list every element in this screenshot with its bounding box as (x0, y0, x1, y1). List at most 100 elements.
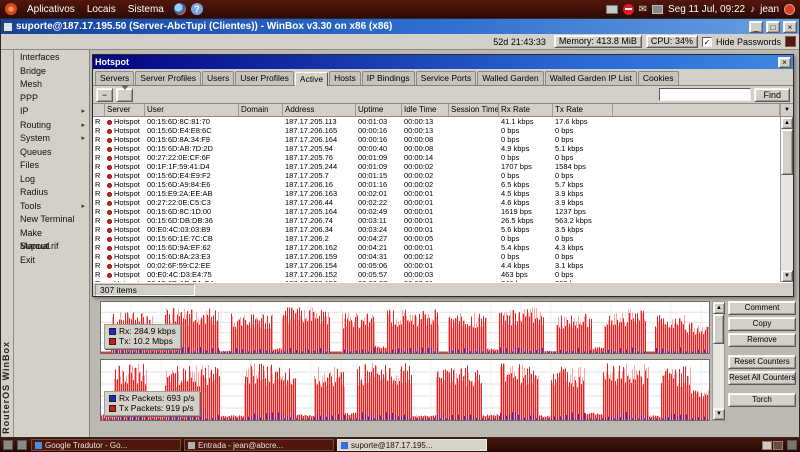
sidebar-item[interactable]: IP ▸ (14, 105, 89, 119)
network-tray-icon[interactable] (652, 5, 663, 14)
minimize-button[interactable]: _ (749, 21, 763, 33)
table-row[interactable]: R Hotspot 00:15:6D:8A:23:E3 187.17.206.1… (93, 252, 780, 261)
table-row[interactable]: R Hotspot 00:15:6D:AB:CA:C4 187.17.206.1… (93, 279, 780, 282)
menubar-menu[interactable]: Aplicativos (22, 3, 80, 16)
column-flag[interactable] (93, 104, 105, 116)
table-row[interactable]: R Hotspot 00:E0:4C:03:03:B9 187.17.206.3… (93, 225, 780, 234)
menubar-menu[interactable]: Sistema (123, 3, 169, 16)
sidebar-item[interactable]: PPP ▸ (14, 92, 89, 106)
update-notifier-icon[interactable] (623, 4, 634, 15)
hotspot-close-icon[interactable]: × (778, 57, 791, 68)
table-row[interactable]: R Hotspot 00:15:E9:2A:EE:AB 187.17.206.1… (93, 189, 780, 198)
hotspot-tab[interactable]: IP Bindings (362, 71, 415, 85)
hotspot-tab[interactable]: Walled Garden (477, 71, 543, 85)
action-button[interactable]: Copy (728, 317, 796, 331)
hotspot-tab[interactable]: Users (202, 71, 234, 85)
column-tx-rate[interactable]: Tx Rate (553, 104, 613, 116)
file-manager-icon[interactable] (17, 440, 27, 450)
sidebar-item[interactable]: Log ▸ (14, 173, 89, 187)
table-row[interactable]: R Hotspot 00:15:6D:8A:34:F9 187.17.206.1… (93, 135, 780, 144)
column-session-time[interactable]: Session Time ... (449, 104, 499, 116)
action-button[interactable]: Torch (728, 393, 796, 407)
taskbar-window-button[interactable]: Entrada - jean@abcre... (184, 439, 334, 451)
sidebar-item[interactable]: New Terminal ▸ (14, 213, 89, 227)
taskbar-window-button[interactable]: Google Tradutor - Go... (31, 439, 181, 451)
terminal-tray-icon[interactable] (606, 5, 618, 14)
power-icon[interactable] (784, 4, 795, 15)
column-user[interactable]: User (145, 104, 239, 116)
action-button[interactable]: Reset All Counters (728, 371, 796, 385)
firefox-icon[interactable] (174, 3, 186, 15)
column-server[interactable]: Server (105, 104, 145, 116)
scroll-up-icon[interactable]: ▲ (713, 302, 725, 314)
hotspot-tab[interactable]: Walled Garden IP List (545, 71, 637, 85)
scroll-up-icon[interactable]: ▲ (781, 117, 793, 129)
hotspot-tab[interactable]: Active (295, 72, 328, 86)
column-rx-rate[interactable]: Rx Rate (499, 104, 553, 116)
hotspot-tab[interactable]: Cookies (638, 71, 679, 85)
menubar-menu[interactable]: Locais (82, 3, 121, 16)
memory-indicator[interactable]: Memory: 413.8 MiB (554, 35, 642, 48)
hotspot-tab[interactable]: Service Ports (416, 71, 477, 85)
mail-tray-icon[interactable]: ✉ (639, 4, 647, 15)
sidebar-item[interactable]: Make Supout.rif ▸ (14, 227, 89, 241)
taskbar-window-button[interactable]: suporte@187.17.195... (337, 439, 487, 451)
router-uptime[interactable]: 52d 21:43:33 (493, 37, 546, 47)
ubuntu-logo-icon[interactable] (5, 3, 17, 15)
close-button[interactable]: × (783, 21, 797, 33)
column-address[interactable]: Address (283, 104, 356, 116)
action-button[interactable]: Remove (728, 333, 796, 347)
table-row[interactable]: R Hotspot 00:15:6D:DB:DB:36 187.17.206.7… (93, 216, 780, 225)
show-desktop-icon[interactable] (3, 440, 13, 450)
scrollbar-thumb[interactable] (713, 314, 724, 344)
cpu-indicator[interactable]: CPU: 34% (646, 35, 698, 48)
hotspot-tab[interactable]: User Profiles (235, 71, 294, 85)
sidebar-item[interactable]: Exit ▸ (14, 254, 89, 268)
column-select-icon[interactable]: ▼ (780, 104, 793, 116)
sidebar-item[interactable]: Files ▸ (14, 159, 89, 173)
action-button[interactable]: Comment (728, 301, 796, 315)
action-button[interactable]: Reset Counters (728, 355, 796, 369)
table-row[interactable]: R Hotspot 00:15:6D:8C:81:70 187.17.205.1… (93, 117, 780, 126)
sidebar-item[interactable]: Tools ▸ (14, 200, 89, 214)
table-row[interactable]: R Hotspot 00:27:22:0E:CF:6F 187.17.205.7… (93, 153, 780, 162)
table-row[interactable]: R Hotspot 00:15:6D:E4:E8:6C 187.17.206.1… (93, 126, 780, 135)
table-row[interactable]: R Hotspot 00:27:22:0E:C5:C3 187.17.206.4… (93, 198, 780, 207)
remove-session-button[interactable]: − (96, 88, 113, 102)
volume-icon[interactable]: ♪ (750, 4, 755, 15)
table-row[interactable]: R Hotspot 00:15:6D:E4:E9:F2 187.17.205.7… (93, 171, 780, 180)
trash-icon[interactable] (787, 440, 797, 450)
clock[interactable]: Seg 11 Jul, 09:22 (668, 4, 745, 15)
hotspot-tab[interactable]: Server Profiles (135, 71, 201, 85)
table-row[interactable]: R Hotspot 00:E0:4C:D3:E4:75 187.17.206.1… (93, 270, 780, 279)
sidebar-item[interactable]: Queues ▸ (14, 146, 89, 160)
maximize-button[interactable]: □ (766, 21, 780, 33)
table-row[interactable]: R Hotspot 00:15:6D:A9:84:E6 187.17.206.1… (93, 180, 780, 189)
column-idle-time[interactable]: Idle Time (402, 104, 449, 116)
scroll-down-icon[interactable]: ▼ (781, 270, 793, 282)
table-row[interactable]: R Hotspot 00:15:6D:AB:7D:2D 187.17.205.9… (93, 144, 780, 153)
hotspot-tab[interactable]: Servers (95, 71, 134, 85)
sidebar-item[interactable]: Interfaces ▸ (14, 51, 89, 65)
hotspot-titlebar[interactable]: Hotspot × (93, 55, 793, 69)
table-scrollbar[interactable]: ▲ ▼ (780, 117, 793, 282)
table-row[interactable]: R Hotspot 00:15:6D:9A:EF:62 187.17.206.1… (93, 243, 780, 252)
user-menu[interactable]: jean (760, 4, 779, 15)
sidebar-item[interactable]: System ▸ (14, 132, 89, 146)
table-row[interactable]: R Hotspot 00:1F:1F:59:41:D4 187.17.205.2… (93, 162, 780, 171)
hotspot-tab[interactable]: Hosts (329, 71, 361, 85)
hide-passwords-checkbox[interactable]: ✓ (702, 37, 712, 47)
workspace-switcher[interactable] (762, 441, 783, 450)
table-row[interactable]: R Hotspot 00:15:6D:8C:1D:00 187.17.205.1… (93, 207, 780, 216)
filter-button[interactable] (116, 88, 133, 102)
sidebar-item[interactable]: Bridge ▸ (14, 65, 89, 79)
table-row[interactable]: R Hotspot 00:02:6F:59:C2:EE 187.17.206.1… (93, 261, 780, 270)
column-domain[interactable]: Domain (239, 104, 283, 116)
table-row[interactable]: R Hotspot 00:15:6D:1E:7C:CB 187.17.206.2… (93, 234, 780, 243)
graphs-scrollbar[interactable]: ▲ ▼ (712, 301, 725, 421)
workspace-cell-active[interactable] (762, 441, 772, 450)
sidebar-item[interactable]: Mesh ▸ (14, 78, 89, 92)
sidebar-item[interactable]: Routing ▸ (14, 119, 89, 133)
scrollbar-thumb[interactable] (781, 129, 793, 175)
help-icon[interactable]: ? (191, 3, 203, 15)
